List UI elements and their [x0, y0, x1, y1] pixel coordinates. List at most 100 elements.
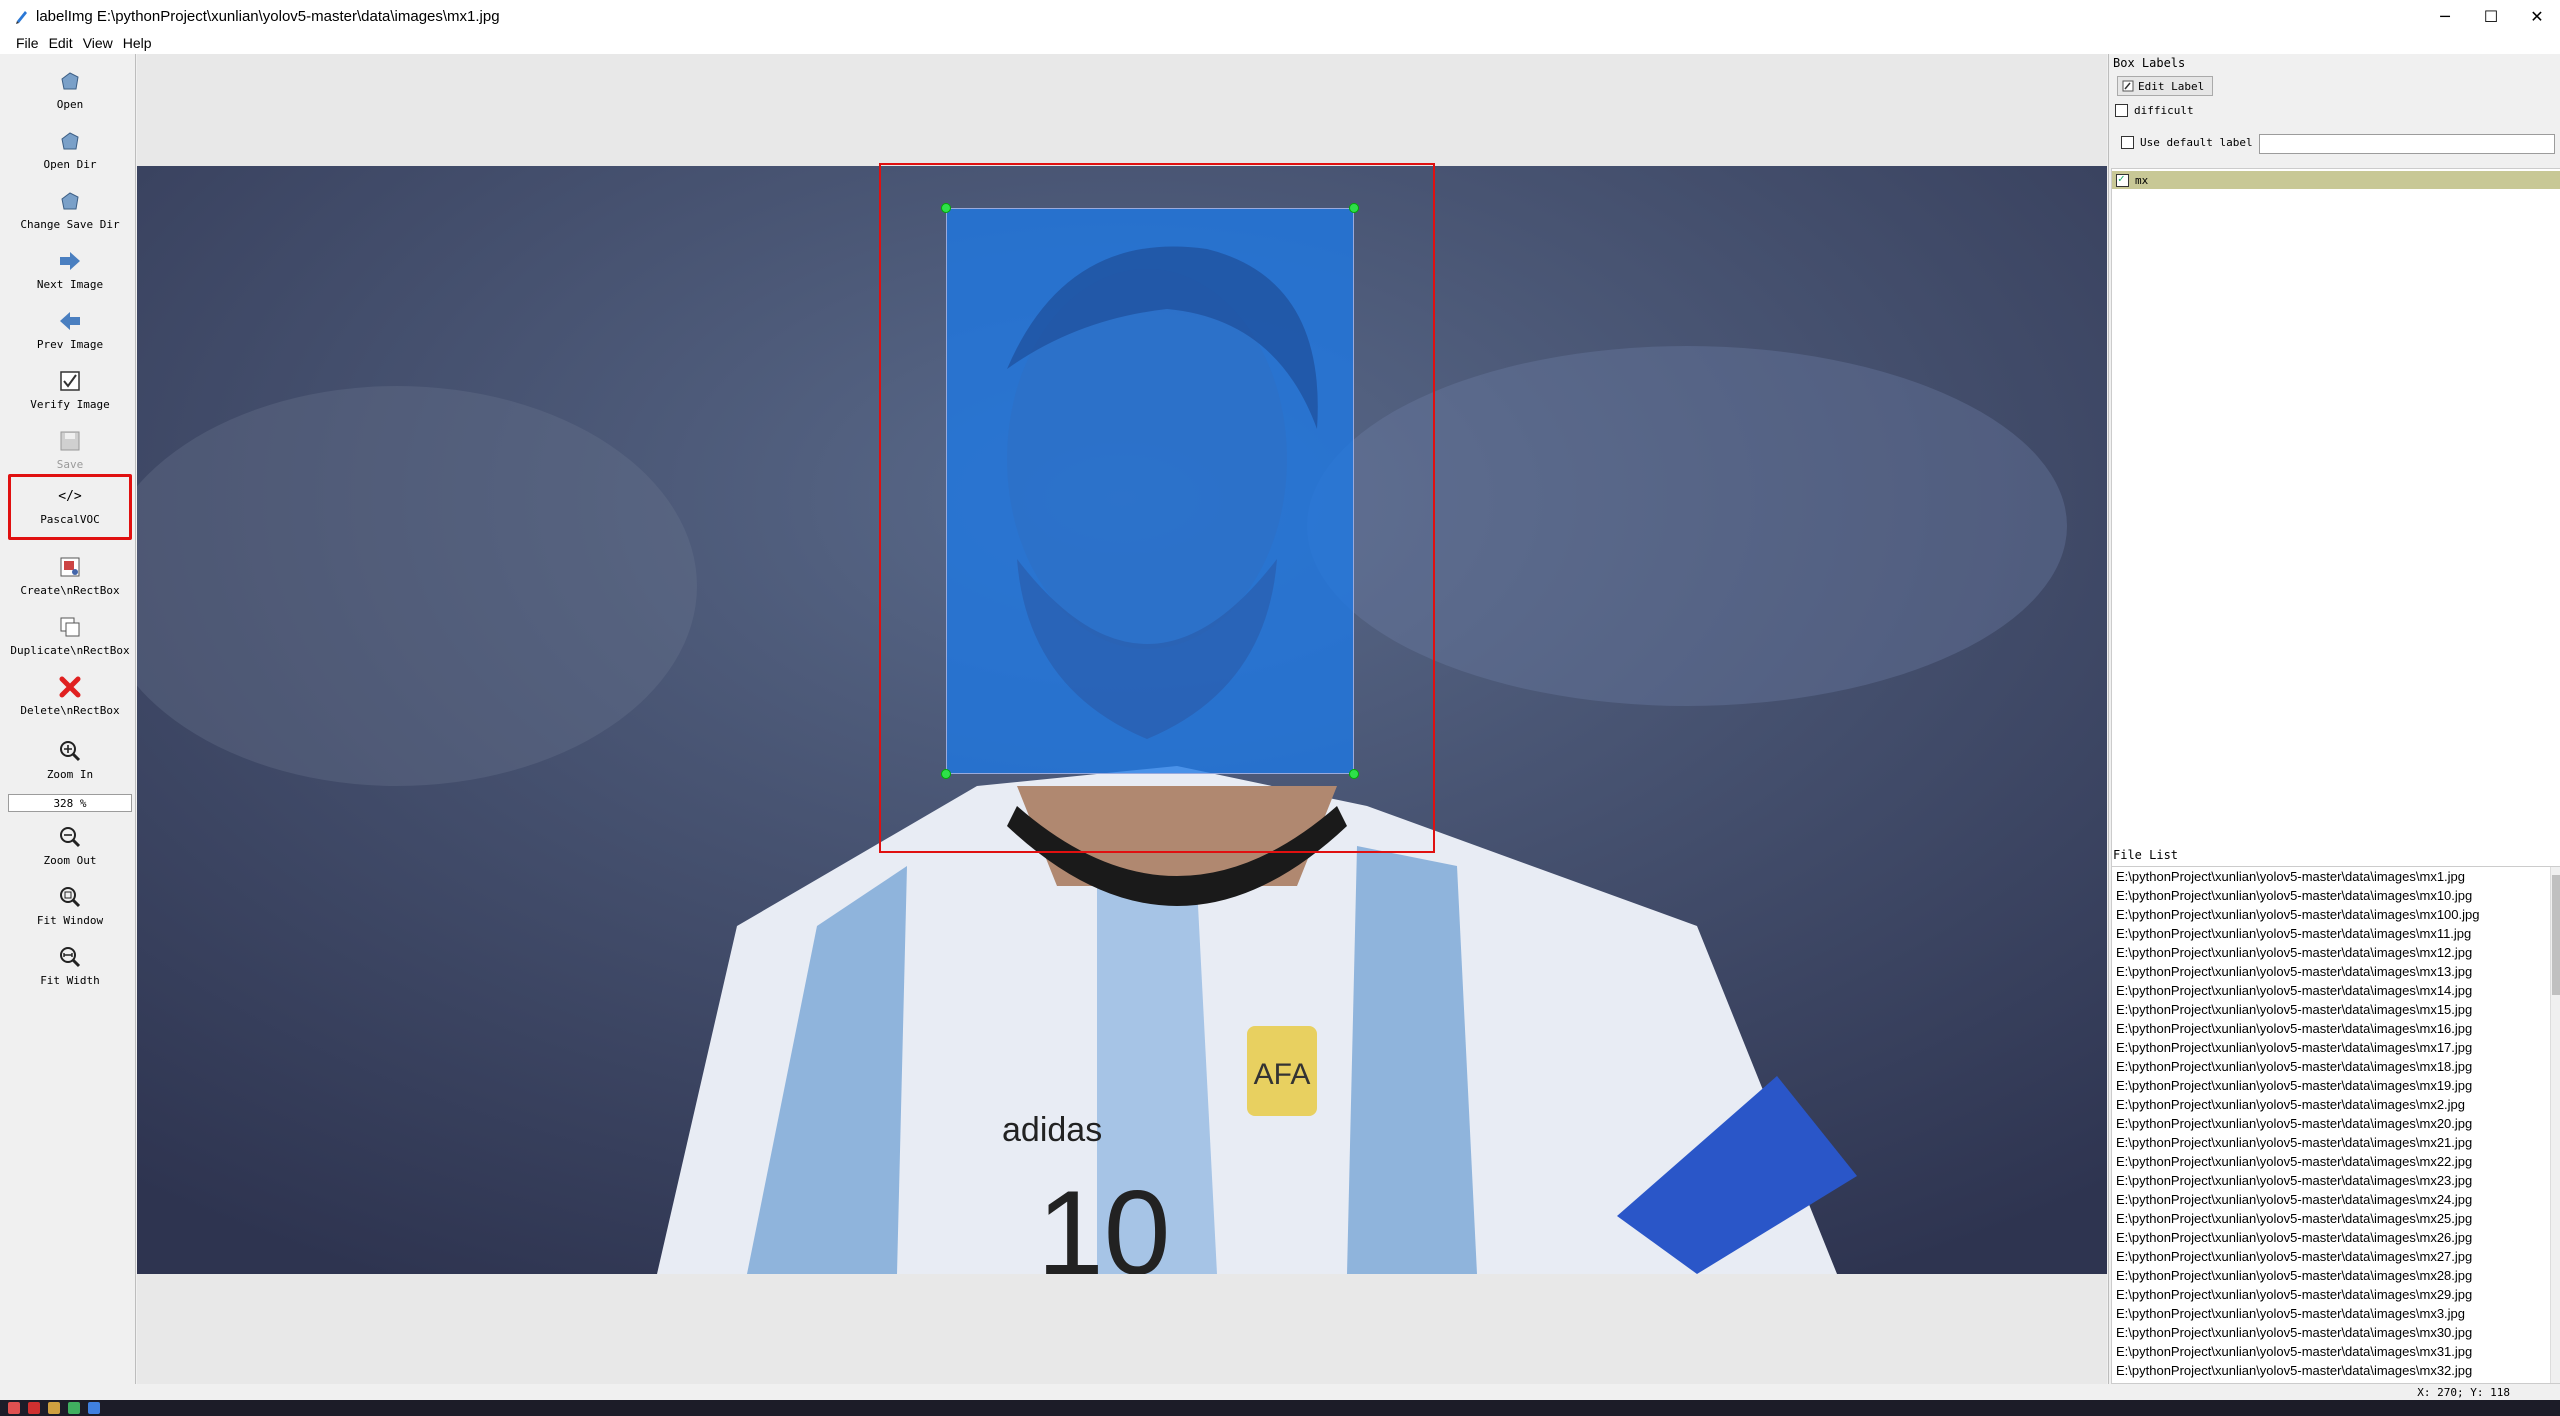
verify-image-label: Verify Image	[30, 398, 110, 411]
default-label-input[interactable]	[2259, 134, 2555, 154]
window-controls: ─ ☐ ✕	[2422, 0, 2560, 32]
duplicate-rectbox-label: Duplicate\nRectBox	[10, 644, 130, 657]
label-item-text: mx	[2135, 173, 2149, 187]
create-rect-icon	[57, 554, 83, 580]
taskbar-folder-icon[interactable]	[48, 1402, 60, 1414]
maximize-button[interactable]: ☐	[2468, 0, 2514, 32]
delete-rectbox-label: Delete\nRectBox	[20, 704, 120, 717]
file-list-item[interactable]: E:\pythonProject\xunlian\yolov5-master\d…	[2112, 1171, 2560, 1190]
file-list-item[interactable]: E:\pythonProject\xunlian\yolov5-master\d…	[2112, 943, 2560, 962]
menu-file[interactable]: File	[16, 35, 39, 51]
taskbar-app-icon[interactable]	[88, 1402, 100, 1414]
file-list-item[interactable]: E:\pythonProject\xunlian\yolov5-master\d…	[2112, 1076, 2560, 1095]
difficult-checkbox[interactable]	[2115, 104, 2128, 117]
delete-x-icon	[57, 674, 83, 700]
change-save-dir-button[interactable]: Change Save Dir	[8, 182, 132, 240]
arrow-right-icon	[57, 248, 83, 274]
label-list: mx	[2111, 168, 2560, 892]
open-button[interactable]: Open	[8, 62, 132, 120]
duplicate-rectbox-button[interactable]: Duplicate\nRectBox	[8, 608, 132, 666]
file-list-item[interactable]: E:\pythonProject\xunlian\yolov5-master\d…	[2112, 924, 2560, 943]
file-list-item[interactable]: E:\pythonProject\xunlian\yolov5-master\d…	[2112, 1000, 2560, 1019]
file-list-item[interactable]: E:\pythonProject\xunlian\yolov5-master\d…	[2112, 1247, 2560, 1266]
use-default-label-checkbox[interactable]	[2121, 136, 2134, 149]
fit-window-label: Fit Window	[36, 914, 104, 927]
zoom-value-field[interactable]: 328 %	[8, 794, 132, 812]
image-canvas[interactable]: AFA adidas 10	[137, 54, 2107, 1384]
file-list-item[interactable]: E:\pythonProject\xunlian\yolov5-master\d…	[2112, 886, 2560, 905]
next-image-button[interactable]: Next Image	[8, 242, 132, 300]
box-handle-bottom-right[interactable]	[1349, 769, 1359, 779]
title-bar: labelImg E:\pythonProject\xunlian\yolov5…	[0, 0, 2560, 32]
label-item-mx[interactable]: mx	[2112, 171, 2560, 189]
code-format-icon: </>	[58, 488, 82, 504]
save-icon	[57, 428, 83, 454]
os-taskbar	[0, 1400, 2560, 1416]
taskbar-app-icon[interactable]	[68, 1402, 80, 1414]
file-list-item[interactable]: E:\pythonProject\xunlian\yolov5-master\d…	[2112, 1057, 2560, 1076]
file-list-scrollbar[interactable]	[2550, 867, 2560, 1383]
verify-image-button[interactable]: Verify Image	[8, 362, 132, 420]
box-handle-bottom-left[interactable]	[941, 769, 951, 779]
prev-image-button[interactable]: Prev Image	[8, 302, 132, 360]
create-rectbox-button[interactable]: Create\nRectBox	[8, 548, 132, 606]
file-list-item[interactable]: E:\pythonProject\xunlian\yolov5-master\d…	[2112, 1323, 2560, 1342]
zoom-out-button[interactable]: Zoom Out	[8, 818, 132, 876]
menu-view[interactable]: View	[83, 35, 113, 51]
file-list-item[interactable]: E:\pythonProject\xunlian\yolov5-master\d…	[2112, 1152, 2560, 1171]
file-list-item[interactable]: E:\pythonProject\xunlian\yolov5-master\d…	[2112, 981, 2560, 1000]
open-label: Open	[56, 98, 84, 111]
use-default-label-option[interactable]: Use default label	[2121, 136, 2253, 149]
file-list-item[interactable]: E:\pythonProject\xunlian\yolov5-master\d…	[2112, 1342, 2560, 1361]
zoom-out-label: Zoom Out	[43, 854, 97, 867]
menu-help[interactable]: Help	[123, 35, 152, 51]
open-dir-label: Open Dir	[43, 158, 97, 171]
close-button[interactable]: ✕	[2514, 0, 2560, 32]
box-handle-top-right[interactable]	[1349, 203, 1359, 213]
use-default-label-text: Use default label	[2140, 136, 2253, 149]
fit-window-button[interactable]: Fit Window	[8, 878, 132, 936]
file-list-scroll-thumb[interactable]	[2552, 875, 2560, 995]
fit-width-button[interactable]: Fit Width	[8, 938, 132, 996]
file-list-item[interactable]: E:\pythonProject\xunlian\yolov5-master\d…	[2112, 1361, 2560, 1380]
file-list-item[interactable]: E:\pythonProject\xunlian\yolov5-master\d…	[2112, 1304, 2560, 1323]
file-list-item[interactable]: E:\pythonProject\xunlian\yolov5-master\d…	[2112, 1285, 2560, 1304]
file-list-item[interactable]: E:\pythonProject\xunlian\yolov5-master\d…	[2112, 867, 2560, 886]
save-button[interactable]: Save	[8, 422, 132, 480]
edit-label-button[interactable]: Edit Label	[2117, 76, 2213, 96]
labelimg-app-icon	[16, 11, 27, 24]
file-list-item[interactable]: E:\pythonProject\xunlian\yolov5-master\d…	[2112, 1228, 2560, 1247]
label-visibility-checkbox[interactable]	[2116, 172, 2129, 187]
menu-edit[interactable]: Edit	[49, 35, 73, 51]
taskbar-app-icon[interactable]	[28, 1402, 40, 1414]
minimize-button[interactable]: ─	[2422, 0, 2468, 32]
fit-width-label: Fit Width	[40, 974, 100, 987]
file-list-item[interactable]: E:\pythonProject\xunlian\yolov5-master\d…	[2112, 905, 2560, 924]
file-list-item[interactable]: E:\pythonProject\xunlian\yolov5-master\d…	[2112, 1190, 2560, 1209]
file-list-item[interactable]: E:\pythonProject\xunlian\yolov5-master\d…	[2112, 1019, 2560, 1038]
taskbar-app-icon[interactable]	[8, 1402, 20, 1414]
svg-text:adidas: adidas	[1002, 1111, 1102, 1149]
file-list-item[interactable]: E:\pythonProject\xunlian\yolov5-master\d…	[2112, 1095, 2560, 1114]
file-list-item[interactable]: E:\pythonProject\xunlian\yolov5-master\d…	[2112, 1038, 2560, 1057]
zoom-in-icon	[57, 738, 83, 764]
format-toggle-button[interactable]: </> PascalVOC	[8, 474, 132, 540]
fit-width-icon	[57, 944, 83, 970]
label-shape-box[interactable]	[946, 208, 1354, 774]
delete-rectbox-button[interactable]: Delete\nRectBox	[8, 668, 132, 726]
zoom-in-button[interactable]: Zoom In	[8, 732, 132, 790]
edit-label-text: Edit Label	[2138, 79, 2205, 93]
file-list-item[interactable]: E:\pythonProject\xunlian\yolov5-master\d…	[2112, 1133, 2560, 1152]
format-label: PascalVOC	[40, 513, 100, 526]
file-list-item[interactable]: E:\pythonProject\xunlian\yolov5-master\d…	[2112, 1114, 2560, 1133]
change-save-dir-icon	[57, 188, 83, 214]
file-list-item[interactable]: E:\pythonProject\xunlian\yolov5-master\d…	[2112, 1209, 2560, 1228]
file-list-item[interactable]: E:\pythonProject\xunlian\yolov5-master\d…	[2112, 962, 2560, 981]
difficult-option[interactable]: difficult	[2115, 104, 2194, 117]
file-list-item[interactable]: E:\pythonProject\xunlian\yolov5-master\d…	[2112, 1266, 2560, 1285]
open-dir-button[interactable]: Open Dir	[8, 122, 132, 180]
box-handle-top-left[interactable]	[941, 203, 951, 213]
save-label: Save	[56, 458, 84, 471]
file-list: E:\pythonProject\xunlian\yolov5-master\d…	[2111, 866, 2560, 1384]
cursor-coordinates: X: 270; Y: 118	[2417, 1386, 2510, 1399]
